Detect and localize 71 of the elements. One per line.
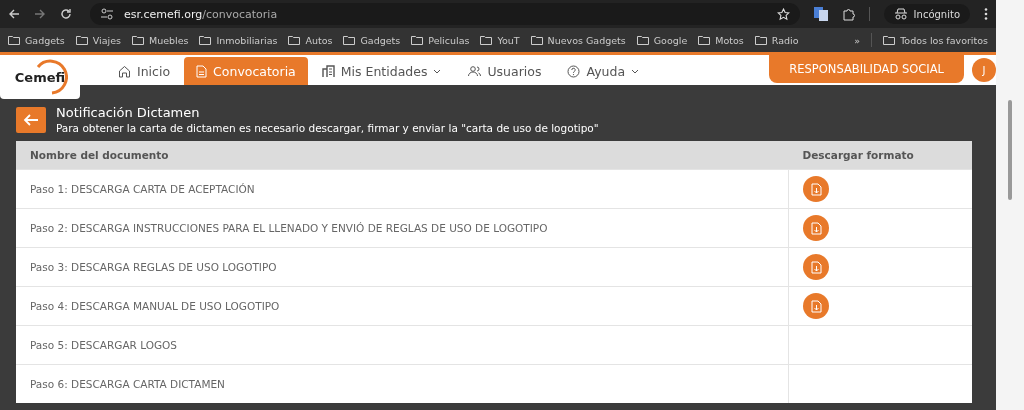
file-download-icon [810,260,822,274]
folder-icon [343,35,356,45]
download-button[interactable] [803,293,829,319]
chevron-down-icon [631,68,640,74]
table-cell: Paso 6: DESCARGA CARTA DICTAMEN [16,364,789,403]
download-button[interactable] [803,215,829,241]
table-cell: Paso 1: DESCARGA CARTA DE ACEPTACIÓN [16,169,789,209]
table-cell: Paso 3: DESCARGA REGLAS DE USO LOGOTIPO [16,247,789,287]
more-bookmarks-button[interactable]: » [854,34,861,46]
incognito-icon [893,8,908,20]
folder-icon [131,35,144,45]
notice-title: Notificación Dictamen [56,105,201,121]
bookmark[interactable]: Peliculas [411,34,470,46]
home-icon [118,64,131,78]
table-cell: Paso 5: DESCARGAR LOGOS [16,325,789,365]
folder-icon [480,35,493,45]
bookmark[interactable]: YouT [480,34,520,46]
users-icon [467,65,482,77]
folder-icon [8,35,20,45]
help-icon [567,64,581,78]
bookmark[interactable]: Gadgets [343,34,401,46]
folder-icon [883,35,896,45]
download-button[interactable] [803,254,829,280]
menu-icon[interactable] [984,8,988,20]
address-bar[interactable]: esr.cemefi.org/convocatoria [90,3,800,25]
column-header: Descargar formato [788,141,972,170]
download-button[interactable] [803,176,829,202]
back-button[interactable] [16,107,46,133]
column-header: Nombre del documento [16,141,789,170]
folder-icon [75,35,88,45]
table-cell: Paso 4: DESCARGA MANUAL DE USO LOGOTIPO [16,286,789,326]
building-icon [321,64,335,78]
bookmark[interactable]: Radio [754,34,799,46]
folder-icon [636,35,649,45]
file-download-icon [810,182,822,196]
bookmark[interactable]: Nuevos Gadgets [530,34,626,46]
incognito-button[interactable]: Incógnito [883,4,970,24]
scrollbar[interactable] [1008,100,1012,200]
bookmark[interactable]: Todos los favoritos [883,34,988,46]
forward-icon[interactable] [34,8,46,20]
bookmark[interactable]: Autos [288,34,333,46]
bookmark[interactable]: Inmobiliarias [199,34,278,46]
bookmark[interactable]: Motos [698,34,744,46]
folder-icon [698,35,711,45]
reload-icon[interactable] [60,8,72,20]
translate-icon[interactable] [813,7,828,21]
file-download-icon [810,299,822,313]
star-icon[interactable] [776,7,790,21]
nav-tab[interactable]: Mis Entidades [309,57,454,85]
folder-icon [288,35,301,45]
notice-text: Para obtener la carta de dictamen es necesario descargar, firmar y enviar la "carta de uso de logotipo" [56,121,599,135]
bookmark[interactable]: Google [636,34,688,46]
folder-icon [530,35,543,45]
url-text: esr.cemefi.org/convocatoria [124,7,279,21]
bookmark[interactable]: Muebles [131,34,189,46]
document-icon [196,64,208,78]
folder-icon [754,35,767,45]
file-download-icon [810,221,822,235]
puzzle-icon[interactable] [841,7,855,21]
table-cell: Paso 2: DESCARGA INSTRUCCIONES PARA EL LLENADO Y ENVIÓ DE REGLAS DE USO DE LOGOTIPO [16,208,789,248]
arrow-left-icon [23,113,39,127]
bookmark[interactable]: Gadgets [8,34,65,46]
nav-tab[interactable]: Usuarios [455,57,554,85]
folder-icon [411,35,424,45]
site-settings-icon[interactable] [100,8,114,20]
folder-icon [199,35,212,45]
nav-tab[interactable]: Inicio [106,57,183,85]
back-icon[interactable] [8,8,20,20]
nav-tab[interactable]: Ayuda [555,57,652,85]
chevron-down-icon [433,68,442,74]
bookmark[interactable]: Viajes [75,34,121,46]
